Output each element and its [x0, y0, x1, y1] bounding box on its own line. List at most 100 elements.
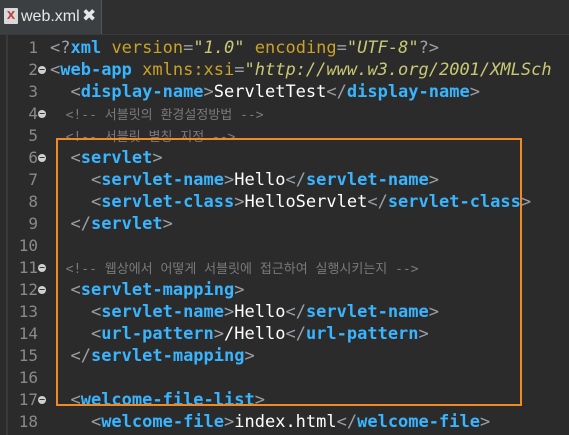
- punct: <: [50, 280, 81, 300]
- punct: <: [50, 302, 102, 322]
- code-text: <web-app xmlns:xsi="http://www.w3.org/20…: [50, 59, 552, 81]
- tag-name: welcome-file-list: [80, 390, 255, 410]
- punct: </: [285, 170, 306, 190]
- attr-value: "1.0": [193, 38, 245, 58]
- code-text: <servlet-name>Hello</servlet-name>: [50, 301, 439, 323]
- line-number: 7: [28, 170, 38, 189]
- punct: </: [285, 302, 306, 322]
- element-text: Hello: [234, 170, 286, 190]
- code-line: 15 </servlet-mapping>: [0, 345, 569, 367]
- comment: <!-- 서블릿의 환경설정방법 -->: [50, 108, 264, 123]
- punct: >: [234, 192, 245, 212]
- editor-window: X web.xml ✖ 1 <?xml version="1.0" encodi…: [0, 0, 569, 435]
- punct: </: [336, 412, 358, 432]
- punct: <: [50, 82, 81, 102]
- punct: >: [469, 82, 480, 102]
- fold-toggle-icon[interactable]: −: [38, 154, 46, 162]
- code-line: 2 − <web-app xmlns:xsi="http://www.w3.or…: [0, 59, 569, 81]
- attr-name: encoding: [244, 38, 337, 58]
- punct: >: [162, 214, 173, 234]
- tag-name: servlet-class: [101, 192, 235, 212]
- punct: <: [50, 170, 102, 190]
- line-number: 5: [28, 126, 38, 145]
- tag-name: welcome-file: [357, 412, 480, 432]
- tab-web-xml[interactable]: X web.xml ✖: [0, 0, 102, 34]
- code-text: <!-- 웹상에서 어떻게 서블릿에 접근하여 실행시키는지 -->: [50, 257, 419, 281]
- punct: >: [224, 412, 235, 432]
- element-text: /Hello: [224, 324, 286, 344]
- punct: <: [50, 192, 102, 212]
- code-line: 1 <?xml version="1.0" encoding="UTF-8"?>: [0, 37, 569, 59]
- code-line: 6 − <servlet>: [0, 147, 569, 169]
- punct: >: [418, 324, 429, 344]
- punct: ?>: [418, 38, 440, 58]
- code-text: <servlet-mapping>: [50, 279, 245, 301]
- line-number: 6: [28, 148, 38, 167]
- code-text: <!-- 서블릿의 환경설정방법 -->: [50, 103, 264, 127]
- code-text: <servlet-name>Hello</servlet-name>: [50, 169, 439, 191]
- tag-name: xml: [70, 38, 102, 58]
- element-text: HelloServlet: [244, 192, 368, 212]
- punct: =: [336, 38, 347, 58]
- tag-name: servlet-mapping: [80, 280, 235, 300]
- code-text: <servlet>: [50, 147, 163, 169]
- punct: <: [50, 390, 81, 410]
- line-number: 11: [18, 258, 38, 277]
- punct: >: [152, 148, 163, 168]
- tag-name: display-name: [346, 82, 470, 102]
- tag-name: servlet: [90, 214, 163, 234]
- tag-name: servlet-name: [101, 170, 225, 190]
- punct: <?: [50, 38, 71, 58]
- fold-toggle-icon[interactable]: −: [38, 264, 46, 272]
- line-number: 18: [18, 412, 38, 431]
- punct: >: [224, 302, 235, 322]
- code-text: <welcome-file>index.html</welcome-file>: [50, 411, 490, 433]
- element-text: ServletTest: [213, 82, 327, 102]
- punct: </: [326, 82, 347, 102]
- code-line: 13 <servlet-name>Hello</servlet-name>: [0, 301, 569, 323]
- tag-name: servlet: [80, 148, 153, 168]
- fold-toggle-icon[interactable]: −: [38, 110, 46, 118]
- code-line: 14 <url-pattern>/Hello</url-pattern>: [0, 323, 569, 345]
- line-number: 17: [18, 390, 38, 409]
- tag-name: servlet-name: [305, 170, 429, 190]
- line-number: 3: [28, 82, 38, 101]
- code-line: 9 </servlet>: [0, 213, 569, 235]
- line-number: 10: [18, 236, 38, 255]
- tab-title: web.xml: [21, 8, 80, 25]
- punct: >: [428, 170, 440, 190]
- line-number: 1: [28, 38, 38, 57]
- line-number: 4: [28, 104, 38, 123]
- fold-toggle-icon[interactable]: −: [38, 286, 46, 294]
- tag-name: url-pattern: [101, 324, 214, 344]
- tag-name: servlet-mapping: [90, 346, 245, 366]
- punct: =: [183, 38, 194, 58]
- code-text: <!-- 서블릿 별칭 지정 -->: [50, 125, 236, 149]
- element-text: Hello: [234, 302, 286, 322]
- attr-value: "UTF-8": [346, 38, 419, 58]
- tag-name: web-app: [60, 60, 132, 80]
- code-line: 17 − <welcome-file-list>: [0, 389, 569, 411]
- code-line: 3 <display-name>ServletTest</display-nam…: [0, 81, 569, 103]
- code-line: 11 − <!-- 웹상에서 어떻게 서블릿에 접근하여 실행시키는지 -->: [0, 257, 569, 279]
- line-number: 15: [18, 346, 38, 365]
- fold-toggle-icon[interactable]: −: [38, 396, 46, 404]
- punct: >: [520, 192, 532, 212]
- code-line: 7 <servlet-name>Hello</servlet-name>: [0, 169, 569, 191]
- tag-name: welcome-file: [101, 412, 225, 432]
- code-line: 12 − <servlet-mapping>: [0, 279, 569, 301]
- punct: >: [203, 82, 214, 102]
- tag-name: display-name: [80, 82, 204, 102]
- code-editor[interactable]: 1 <?xml version="1.0" encoding="UTF-8"?>…: [0, 35, 569, 435]
- close-icon[interactable]: ✖: [82, 6, 96, 26]
- code-line: 5 <!-- 서블릿 별칭 지정 -->: [0, 125, 569, 147]
- comment: <!-- 서블릿 별칭 지정 -->: [50, 130, 236, 145]
- line-number: 16: [18, 368, 38, 387]
- punct: >: [234, 280, 245, 300]
- fold-toggle-icon[interactable]: −: [38, 66, 46, 74]
- punct: >: [213, 324, 225, 344]
- code-line: 16: [0, 367, 569, 389]
- code-line: 10: [0, 235, 569, 257]
- code-text: <?xml version="1.0" encoding="UTF-8"?>: [50, 37, 439, 59]
- punct: </: [50, 346, 91, 366]
